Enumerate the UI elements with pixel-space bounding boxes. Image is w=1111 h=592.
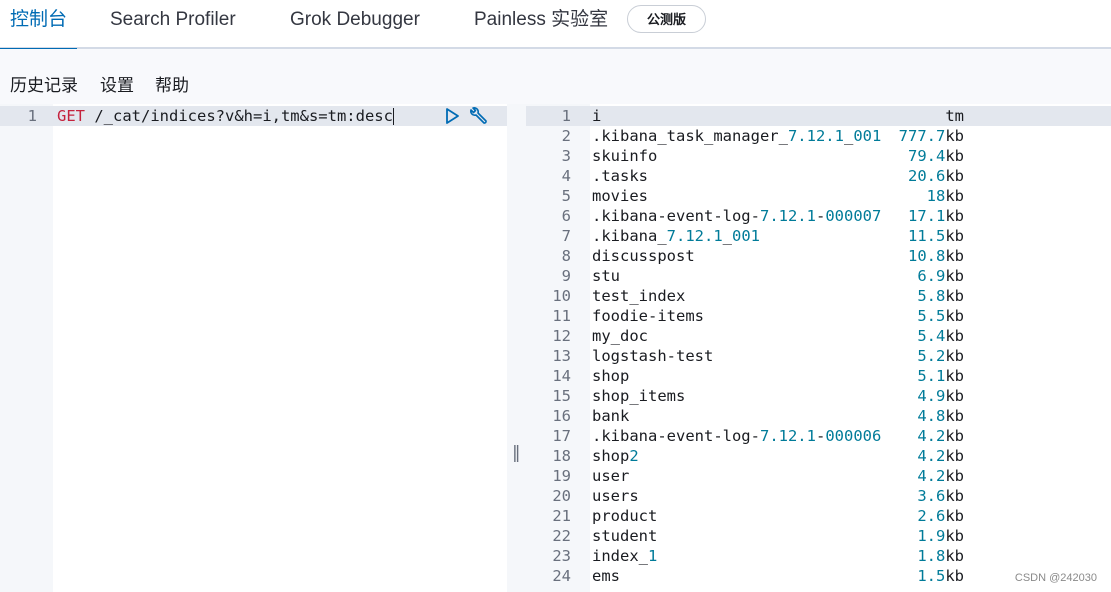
response-index-name: stu	[592, 267, 620, 285]
response-header-index: i	[592, 107, 602, 125]
response-index-name: test_index	[592, 287, 686, 305]
response-index-size: 17.1kb	[908, 207, 964, 225]
response-index-size: 4.8kb	[917, 407, 964, 425]
response-line-number: 4	[561, 167, 571, 185]
response-index-name: .kibana_7.12.1_001	[592, 227, 760, 245]
response-index-name: logstash-test	[592, 347, 714, 365]
response-line-number: 6	[561, 207, 571, 225]
response-index-name: bank	[592, 407, 630, 425]
response-index-size: 5.8kb	[917, 287, 964, 305]
response-index-size: 2.6kb	[917, 507, 964, 525]
response-index-size: 4.2kb	[917, 467, 964, 485]
play-icon[interactable]	[443, 107, 461, 125]
response-index-size: 5.4kb	[917, 327, 964, 345]
response-line-number: 5	[561, 187, 571, 205]
request-editor[interactable]: 1 GET /_cat/indices?v&h=i,tm&s=tm:desc	[0, 104, 507, 592]
console-menu: 历史记录 设置 帮助	[0, 49, 1111, 104]
menu-help[interactable]: 帮助	[155, 71, 189, 96]
response-index-size: 1.5kb	[917, 567, 964, 585]
response-line-number: 12	[552, 327, 571, 345]
beta-badge: 公测版	[627, 5, 707, 33]
request-line[interactable]: GET /_cat/indices?v&h=i,tm&s=tm:desc	[57, 107, 394, 125]
response-index-name: shop_items	[592, 387, 686, 405]
response-index-name: .tasks	[592, 167, 648, 185]
response-index-size: 5.1kb	[917, 367, 964, 385]
response-index-size: 4.2kb	[917, 427, 964, 445]
text-cursor	[392, 108, 394, 125]
response-index-name: student	[592, 527, 658, 545]
response-index-name: index_1	[592, 547, 658, 565]
response-line-number: 8	[561, 247, 571, 265]
response-active-line	[526, 106, 1111, 126]
response-index-size: 11.5kb	[908, 227, 964, 245]
response-index-name: users	[592, 487, 639, 505]
request-line-number: 1	[27, 107, 37, 125]
response-line-number: 23	[552, 547, 571, 565]
menu-settings[interactable]: 设置	[100, 71, 134, 96]
response-line-number: 20	[552, 487, 571, 505]
top-tab-bar: 控制台 Search Profiler Grok Debugger Painle…	[0, 0, 1111, 51]
response-line-number: 19	[552, 467, 571, 485]
response-line-number: 14	[552, 367, 571, 385]
response-index-size: 79.4kb	[908, 147, 964, 165]
response-line-number: 10	[552, 287, 571, 305]
request-gutter	[0, 104, 53, 592]
request-method: GET	[57, 107, 85, 125]
response-index-size: 6.9kb	[917, 267, 964, 285]
request-path: /_cat/indices?v&h=i,tm&s=tm:desc	[94, 107, 393, 125]
response-index-size: 10.8kb	[908, 247, 964, 265]
response-index-name: skuinfo	[592, 147, 658, 165]
response-index-size: 4.2kb	[917, 447, 964, 465]
response-line-number: 21	[552, 507, 571, 525]
response-index-size: 777.7kb	[898, 127, 964, 145]
response-index-name: product	[592, 507, 658, 525]
response-line-number: 17	[552, 427, 571, 445]
response-index-size: 1.9kb	[917, 527, 964, 545]
response-index-name: .kibana-event-log-7.12.1-000007	[592, 207, 882, 225]
response-line-number: 2	[561, 127, 571, 145]
response-index-name: user	[592, 467, 630, 485]
response-line-number: 18	[552, 447, 571, 465]
response-index-name: foodie-items	[592, 307, 704, 325]
panel-resizer[interactable]: ‖	[507, 104, 526, 592]
response-header-size: tm	[945, 107, 964, 125]
response-index-name: discusspost	[592, 247, 695, 265]
response-index-name: .kibana_task_manager_7.12.1_001	[592, 127, 882, 145]
response-line-number: 15	[552, 387, 571, 405]
response-line-number: 11	[552, 307, 571, 325]
response-line-number: 7	[561, 227, 571, 245]
response-line-number: 16	[552, 407, 571, 425]
response-index-name: ems	[592, 567, 620, 585]
response-index-name: movies	[592, 187, 648, 205]
response-index-name: my_doc	[592, 327, 648, 345]
response-line-number: 3	[561, 147, 571, 165]
response-line-number: 22	[552, 527, 571, 545]
response-index-name: .kibana-event-log-7.12.1-000006	[592, 427, 882, 445]
tab-search-profiler[interactable]: Search Profiler	[110, 0, 236, 49]
response-line-number: 24	[552, 567, 571, 585]
response-index-size: 5.2kb	[917, 347, 964, 365]
tab-grok-debugger[interactable]: Grok Debugger	[290, 0, 420, 49]
response-editor[interactable]: 1 i tm 2 .kibana_task_manager_7.12.1_001 777.…	[526, 104, 1111, 592]
tab-console[interactable]: 控制台	[0, 0, 78, 51]
response-line-number: 13	[552, 347, 571, 365]
tab-painless-lab[interactable]: Painless 实验室	[474, 0, 608, 49]
response-index-size: 3.6kb	[917, 487, 964, 505]
wrench-icon[interactable]	[467, 106, 489, 128]
response-line-number: 1	[561, 107, 571, 125]
response-index-name: shop	[592, 367, 630, 385]
response-index-size: 18kb	[926, 187, 964, 205]
response-index-size: 5.5kb	[917, 307, 964, 325]
response-index-size: 20.6kb	[908, 167, 964, 185]
response-index-size: 1.8kb	[917, 547, 964, 565]
resize-handle-icon[interactable]: ‖	[512, 443, 521, 463]
response-index-size: 4.9kb	[917, 387, 964, 405]
response-index-name: shop2	[592, 447, 639, 465]
menu-history[interactable]: 历史记录	[10, 71, 78, 96]
response-line-number: 9	[561, 267, 571, 285]
watermark: CSDN @242030	[1014, 572, 1097, 584]
